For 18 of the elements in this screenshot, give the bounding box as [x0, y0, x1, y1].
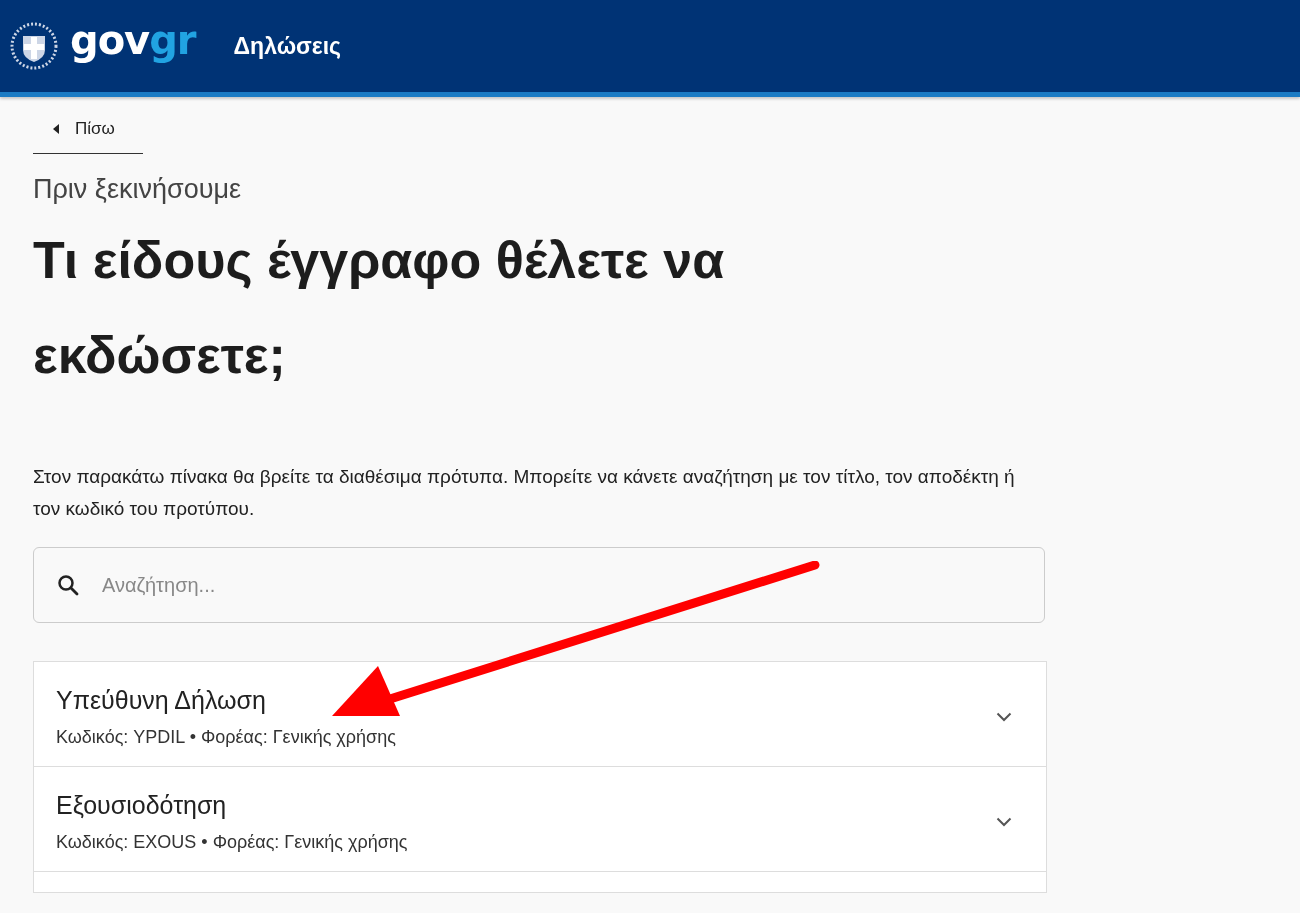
search-input[interactable]: Αναζήτηση... [100, 572, 1022, 598]
page-caption: Πριν ξεκινήσουμε [33, 174, 243, 205]
emblem-icon [10, 22, 58, 70]
search-field[interactable]: Αναζήτηση... [33, 547, 1045, 623]
template-title: Εξουσιοδότηση [56, 791, 228, 820]
chevron-down-icon [996, 712, 1012, 722]
page-heading: Τι είδους έγγραφο θέλετε να εκδώσετε; [33, 230, 726, 386]
template-item[interactable]: Εξουσιοδότηση Κωδικός: EXOUS • Φορέας: Γενικής χρήσης [34, 767, 1046, 872]
service-title[interactable]: Δηλώσεις [233, 32, 342, 60]
template-details: Κωδικός: EXOUS • Φορέας: Γενικής χρήσης [56, 832, 408, 853]
logo-wordmark[interactable]: govgr [70, 17, 196, 63]
back-link[interactable]: Πίσω [33, 97, 143, 154]
caret-left-icon [53, 124, 59, 134]
chevron-down-icon [996, 817, 1012, 827]
intro-text: Στον παρακάτω πίνακα θα βρείτε τα διαθέσιμα πρότυπα. Μπορείτε να κάνετε αναζήτηση με τον τίτλο, τον αποδέκτη ή τον κωδικό του προτύπου. [33, 465, 1016, 521]
template-title: Υπεύθυνη Δήλωση [56, 686, 267, 715]
template-details: Κωδικός: YPDIL • Φορέας: Γενικής χρήσης [56, 727, 396, 748]
search-icon [56, 573, 80, 597]
